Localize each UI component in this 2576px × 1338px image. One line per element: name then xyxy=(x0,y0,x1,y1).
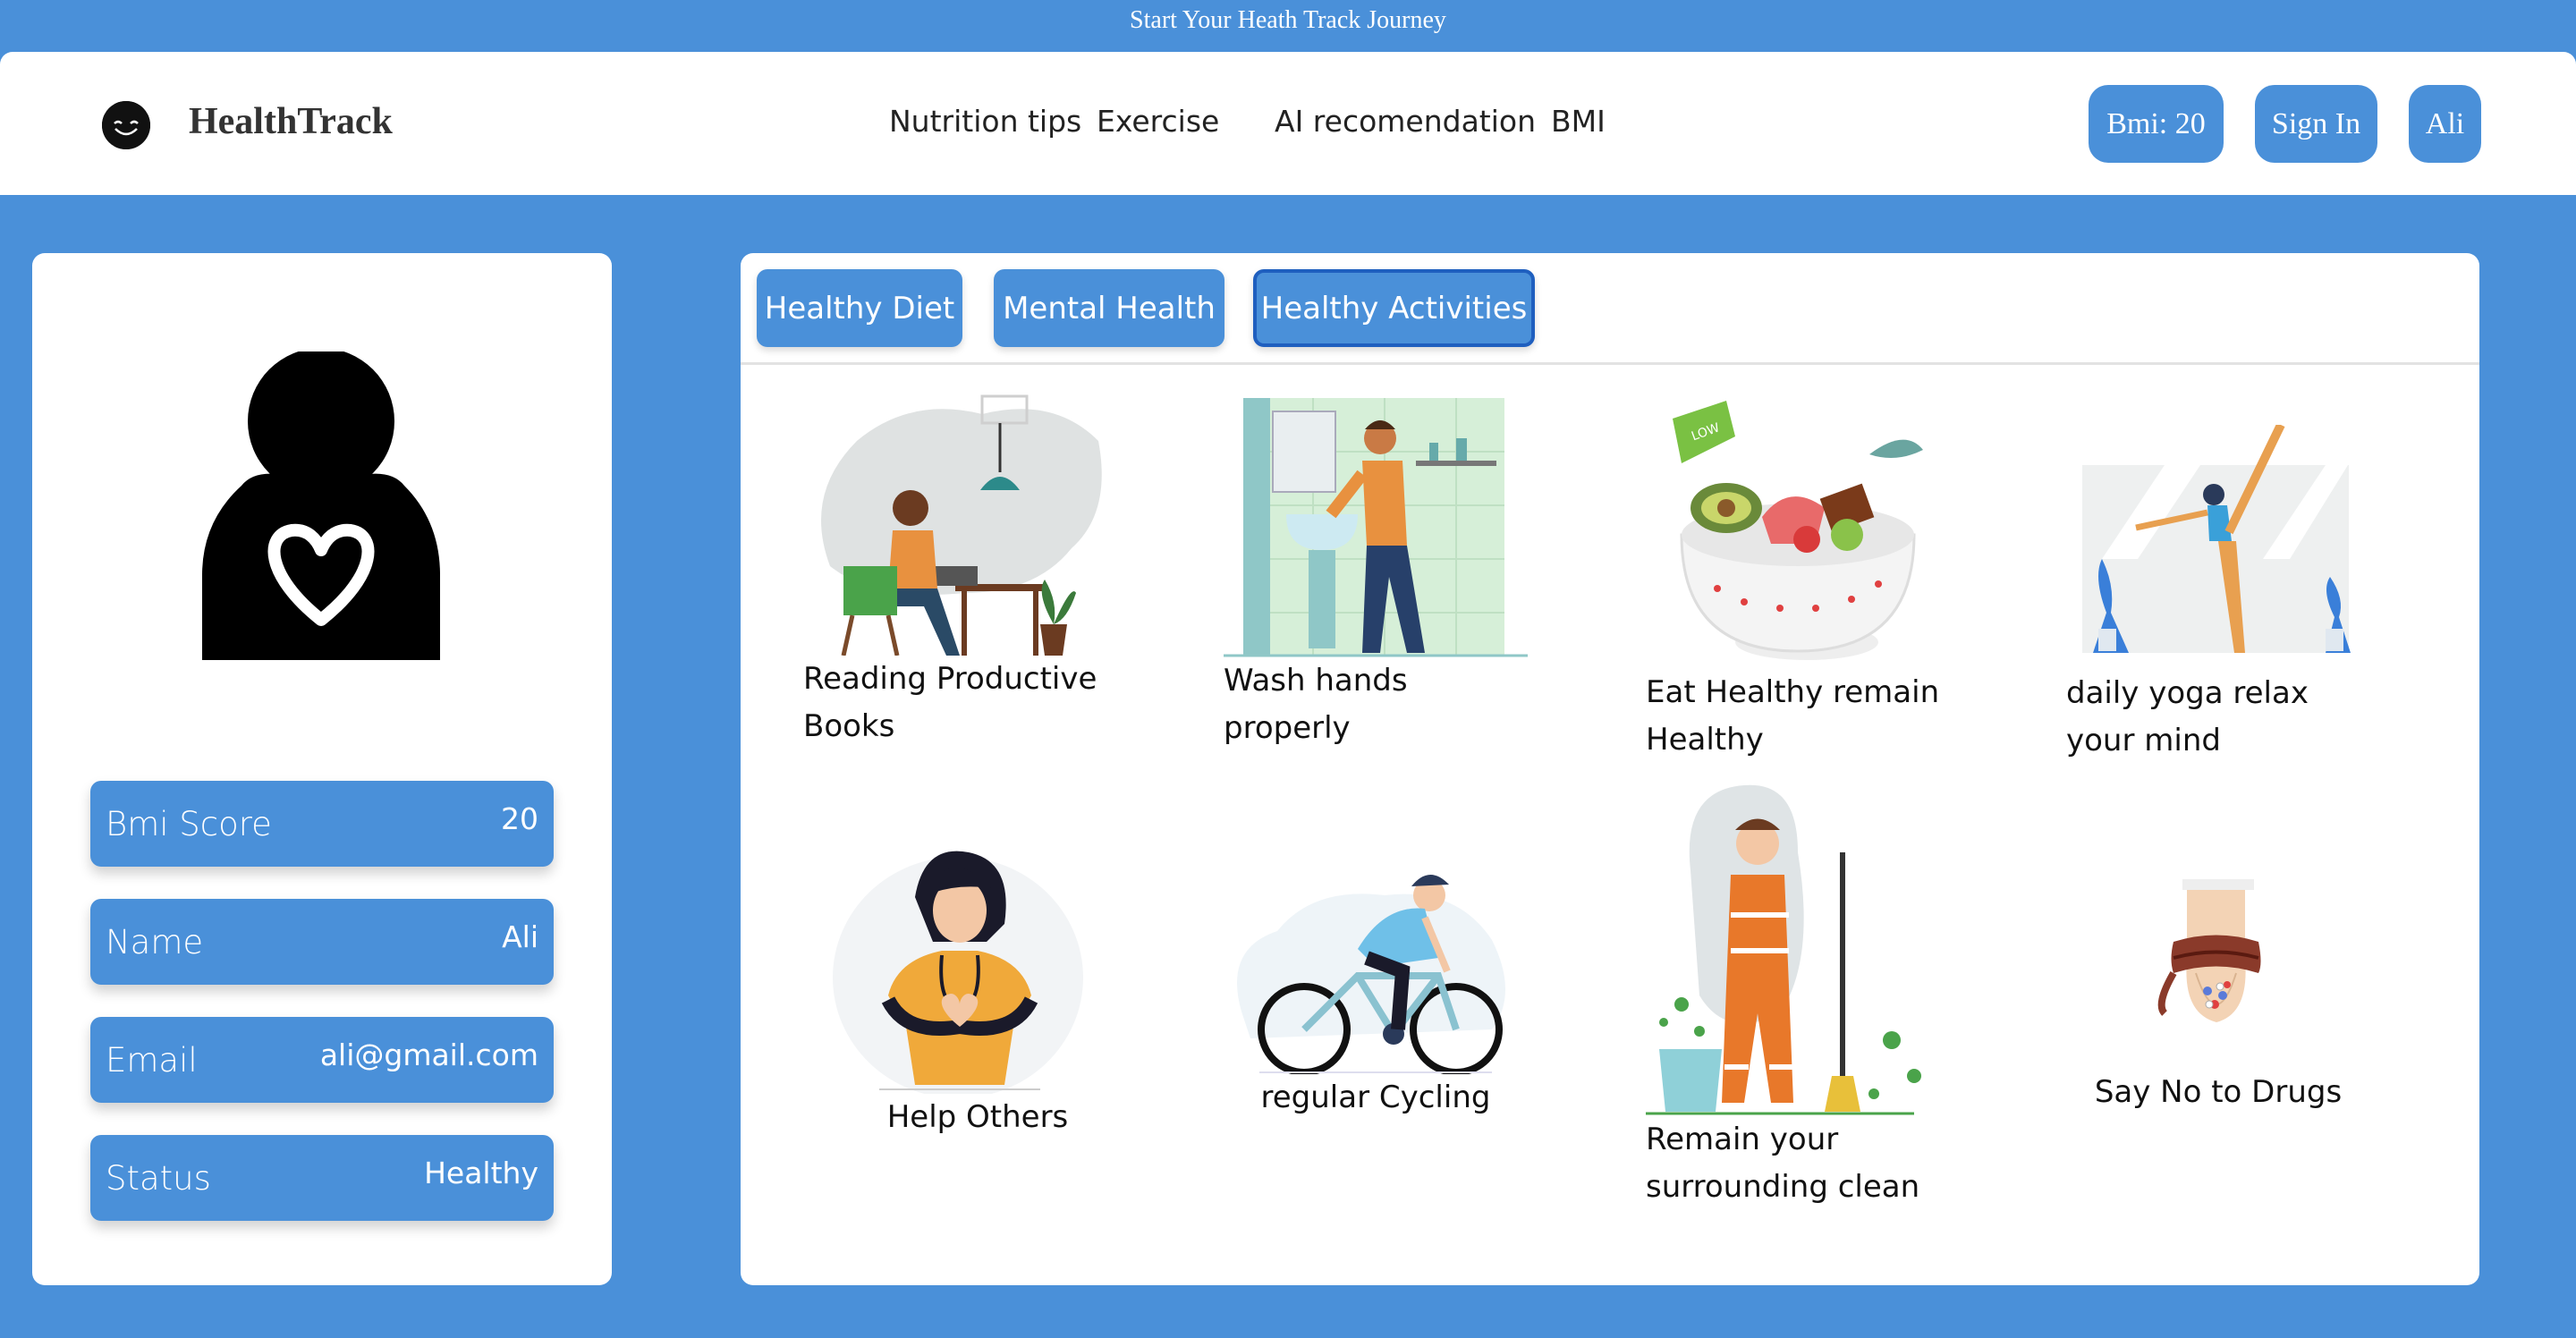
person-heart-icon xyxy=(202,348,444,665)
activity-caption: Reading Productive Books xyxy=(803,661,1097,744)
name-value: Ali xyxy=(502,919,538,954)
activity-caption: Help Others xyxy=(886,1099,1069,1135)
name-row: Name Ali xyxy=(90,899,554,985)
email-label: Email xyxy=(106,1041,198,1080)
nurse-heart-hands-illustration xyxy=(833,851,1083,1094)
activity-caption: daily yoga relax your mind xyxy=(2066,675,2309,758)
washing-hands-illustration xyxy=(1224,398,1528,657)
activity-card[interactable]: Say No to Drugs xyxy=(2066,879,2370,1116)
sign-in-button[interactable]: Sign In xyxy=(2255,85,2377,163)
status-row: Status Healthy xyxy=(90,1135,554,1221)
header: HealthTrack Nutrition tips Exercise AI r… xyxy=(0,52,2576,195)
nav-exercise[interactable]: Exercise xyxy=(1097,104,1219,139)
activity-card[interactable]: daily yoga relax your mind xyxy=(2066,425,2370,765)
user-button[interactable]: Ali xyxy=(2409,85,2481,163)
healthy-salad-bowl-illustration: LOW xyxy=(1673,401,1923,660)
tab-healthy-activities[interactable]: Healthy Activities xyxy=(1253,269,1535,347)
tied-hands-pills-illustration xyxy=(2157,879,2261,1022)
activity-card[interactable]: Remain your surrounding clean xyxy=(1646,781,1950,1211)
sweeper-cleaning-illustration xyxy=(1646,784,1921,1115)
activity-card[interactable]: regular Cycling xyxy=(1224,851,1528,1122)
bmi-score-value: 20 xyxy=(501,801,538,836)
nav-bmi[interactable]: BMI xyxy=(1551,104,1606,139)
brand-name[interactable]: HealthTrack xyxy=(189,100,393,143)
status-value: Healthy xyxy=(424,1156,538,1190)
profile-card: Bmi Score 20 Name Ali Email ali@gmail.co… xyxy=(32,253,612,1285)
top-banner: Start Your Heath Track Journey xyxy=(0,0,2576,52)
name-label: Name xyxy=(106,923,204,961)
banner-text: Start Your Heath Track Journey xyxy=(1130,6,1446,34)
smiley-face-icon[interactable] xyxy=(102,101,150,149)
yoga-pose-illustration xyxy=(2082,425,2351,653)
activity-caption: regular Cycling xyxy=(1260,1080,1491,1115)
activity-caption: Say No to Drugs xyxy=(2094,1074,2343,1110)
bmi-score-label: Bmi Score xyxy=(106,805,272,843)
nav-nutrition-tips[interactable]: Nutrition tips xyxy=(889,104,1081,139)
activity-caption: Eat Healthy remain Healthy xyxy=(1646,674,1940,758)
cyclist-illustration xyxy=(1237,874,1505,1074)
activity-card[interactable]: LOW Eat Healthy remain Healthy xyxy=(1646,401,1950,764)
status-label: Status xyxy=(106,1159,211,1198)
activity-card[interactable]: Help Others xyxy=(826,843,1130,1141)
activity-card[interactable]: Reading Productive Books xyxy=(803,387,1107,750)
email-row: Email ali@gmail.com xyxy=(90,1017,554,1103)
activity-caption: Wash hands properly xyxy=(1224,663,1408,746)
email-value: ali@gmail.com xyxy=(319,1037,538,1072)
reading-person-illustration xyxy=(821,394,1102,656)
activities-panel: Healthy Diet Mental Health Healthy Activ… xyxy=(741,253,2479,1285)
tab-healthy-diet[interactable]: Healthy Diet xyxy=(757,269,962,347)
tab-mental-health[interactable]: Mental Health xyxy=(994,269,1224,347)
activity-caption: Remain your surrounding clean xyxy=(1646,1122,1920,1205)
bmi-score-row: Bmi Score 20 xyxy=(90,781,554,867)
bmi-button[interactable]: Bmi: 20 xyxy=(2089,85,2224,163)
nav-ai-recommendation[interactable]: AI recomendation xyxy=(1275,104,1536,139)
activity-card[interactable]: Wash hands properly xyxy=(1224,398,1528,752)
tab-bar: Healthy Diet Mental Health Healthy Activ… xyxy=(741,253,2479,365)
